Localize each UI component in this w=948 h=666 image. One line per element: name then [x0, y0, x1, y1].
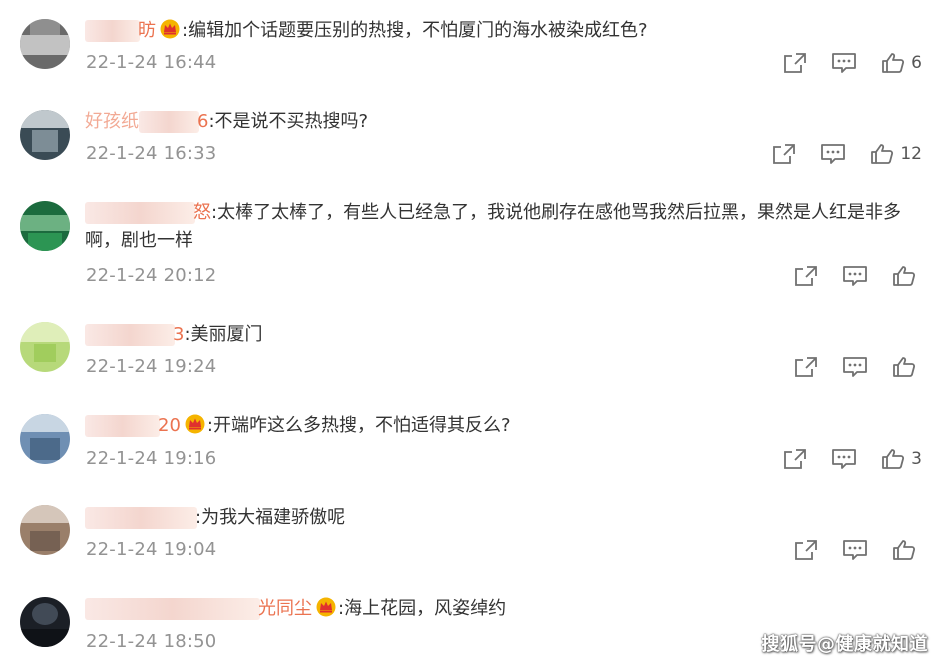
username-redacted[interactable]: [85, 202, 195, 224]
like-button[interactable]: 3: [881, 448, 922, 470]
comment-body: :不是说不买热搜吗?: [208, 111, 369, 132]
like-button[interactable]: 6: [881, 52, 922, 74]
username-redacted[interactable]: [85, 324, 175, 346]
comment-text-line: 光同尘 :海上花园，风姿绰约: [85, 595, 908, 623]
comment-time: 22-1-24 16:44: [86, 52, 217, 73]
comment-time: 22-1-24 19:24: [86, 356, 217, 377]
comment-actions: [770, 536, 922, 564]
comment-text-line: 3:美丽厦门: [85, 321, 908, 349]
avatar[interactable]: [20, 322, 70, 372]
username-suffix[interactable]: 3: [173, 324, 184, 345]
vip-crown-icon: [185, 414, 205, 434]
watermark: 搜狐号@健康就知道: [761, 634, 928, 655]
comment-time: 22-1-24 18:50: [86, 631, 217, 652]
comment-actions: 12: [748, 140, 922, 168]
comment-text-line: :为我大福建骄傲呢: [85, 504, 908, 532]
share-button[interactable]: [783, 52, 807, 74]
like-button[interactable]: [892, 539, 922, 561]
avatar[interactable]: [20, 505, 70, 555]
comment-body: :美丽厦门: [184, 324, 263, 345]
username-redacted[interactable]: [85, 415, 160, 437]
comment-actions: [770, 353, 922, 381]
comment-text-line: 怒:太棒了太棒了，有些人已经急了，我说他刷存在感他骂我然后拉黑，果然是人红是非多…: [85, 199, 903, 255]
comment-icon: [843, 357, 867, 377]
username-suffix[interactable]: 6: [197, 111, 208, 132]
thumbs-up-icon: [871, 144, 894, 164]
comment-actions: 3: [759, 445, 922, 473]
username-redacted[interactable]: [139, 111, 199, 133]
comment-button[interactable]: [842, 539, 868, 561]
share-button[interactable]: [772, 143, 796, 165]
comment-button[interactable]: [831, 52, 857, 74]
share-icon: [784, 449, 807, 469]
thumbs-up-icon: [893, 357, 916, 377]
comment-body: :海上花园，风姿绰约: [338, 598, 507, 619]
thumbs-up-icon: [882, 53, 905, 73]
comment-time: 22-1-24 20:12: [86, 265, 217, 286]
thumbs-up-icon: [882, 449, 905, 469]
comment-button[interactable]: [842, 265, 868, 287]
comment-icon: [843, 266, 867, 286]
share-icon: [773, 144, 796, 164]
thumbs-up-icon: [893, 266, 916, 286]
username-suffix[interactable]: 20: [158, 415, 181, 436]
like-button[interactable]: [892, 356, 922, 378]
comment-icon: [843, 540, 867, 560]
username[interactable]: 昉: [138, 20, 156, 41]
avatar[interactable]: [20, 414, 70, 464]
avatar[interactable]: [20, 19, 70, 69]
share-icon: [795, 540, 817, 560]
comment-time: 22-1-24 19:16: [86, 448, 217, 469]
comment-text-line: 20 :开端咋这么多热搜，不怕适得其反么?: [85, 412, 908, 440]
comment-body: :为我大福建骄傲呢: [195, 507, 346, 528]
comment-actions: 6: [759, 49, 922, 77]
comment-text-line: 好孩纸 6:不是说不买热搜吗?: [85, 108, 908, 136]
like-button[interactable]: [892, 265, 922, 287]
username-redacted[interactable]: [85, 507, 197, 529]
like-count: 3: [911, 449, 922, 469]
username-redacted[interactable]: [85, 20, 140, 42]
share-icon: [795, 357, 817, 377]
avatar[interactable]: [20, 597, 70, 647]
comment-time: 22-1-24 16:33: [86, 143, 217, 164]
vip-crown-icon: [160, 19, 180, 39]
comment-time: 22-1-24 19:04: [86, 539, 217, 560]
comment-actions: [770, 262, 922, 290]
comment-button[interactable]: [842, 356, 868, 378]
like-count: 6: [911, 53, 922, 73]
share-button[interactable]: [783, 448, 807, 470]
vip-crown-icon: [316, 597, 336, 617]
share-button[interactable]: [794, 539, 818, 561]
avatar[interactable]: [20, 110, 70, 160]
comment-body: :开端咋这么多热搜，不怕适得其反么?: [206, 415, 511, 436]
like-count: 12: [900, 144, 922, 164]
share-icon: [795, 266, 817, 286]
share-button[interactable]: [794, 265, 818, 287]
username-suffix[interactable]: 光同尘: [258, 598, 312, 619]
comment-icon: [821, 144, 846, 164]
comment-button[interactable]: [831, 448, 857, 470]
username[interactable]: 好孩纸: [85, 111, 139, 132]
comment-button[interactable]: [820, 143, 846, 165]
comment-body: :编辑加个话题要压别的热搜，不怕厦门的海水被染成红色?: [182, 20, 648, 41]
username-suffix[interactable]: 怒: [193, 202, 211, 223]
thumbs-up-icon: [893, 540, 916, 560]
comment-icon: [832, 53, 857, 73]
comment-icon: [832, 449, 857, 469]
like-button[interactable]: 12: [870, 143, 922, 165]
share-icon: [784, 53, 807, 73]
share-button[interactable]: [794, 356, 818, 378]
comment-text-line: 昉 :编辑加个话题要压别的热搜，不怕厦门的海水被染成红色?: [85, 17, 908, 45]
avatar[interactable]: [20, 201, 70, 251]
username-redacted[interactable]: [85, 598, 260, 620]
